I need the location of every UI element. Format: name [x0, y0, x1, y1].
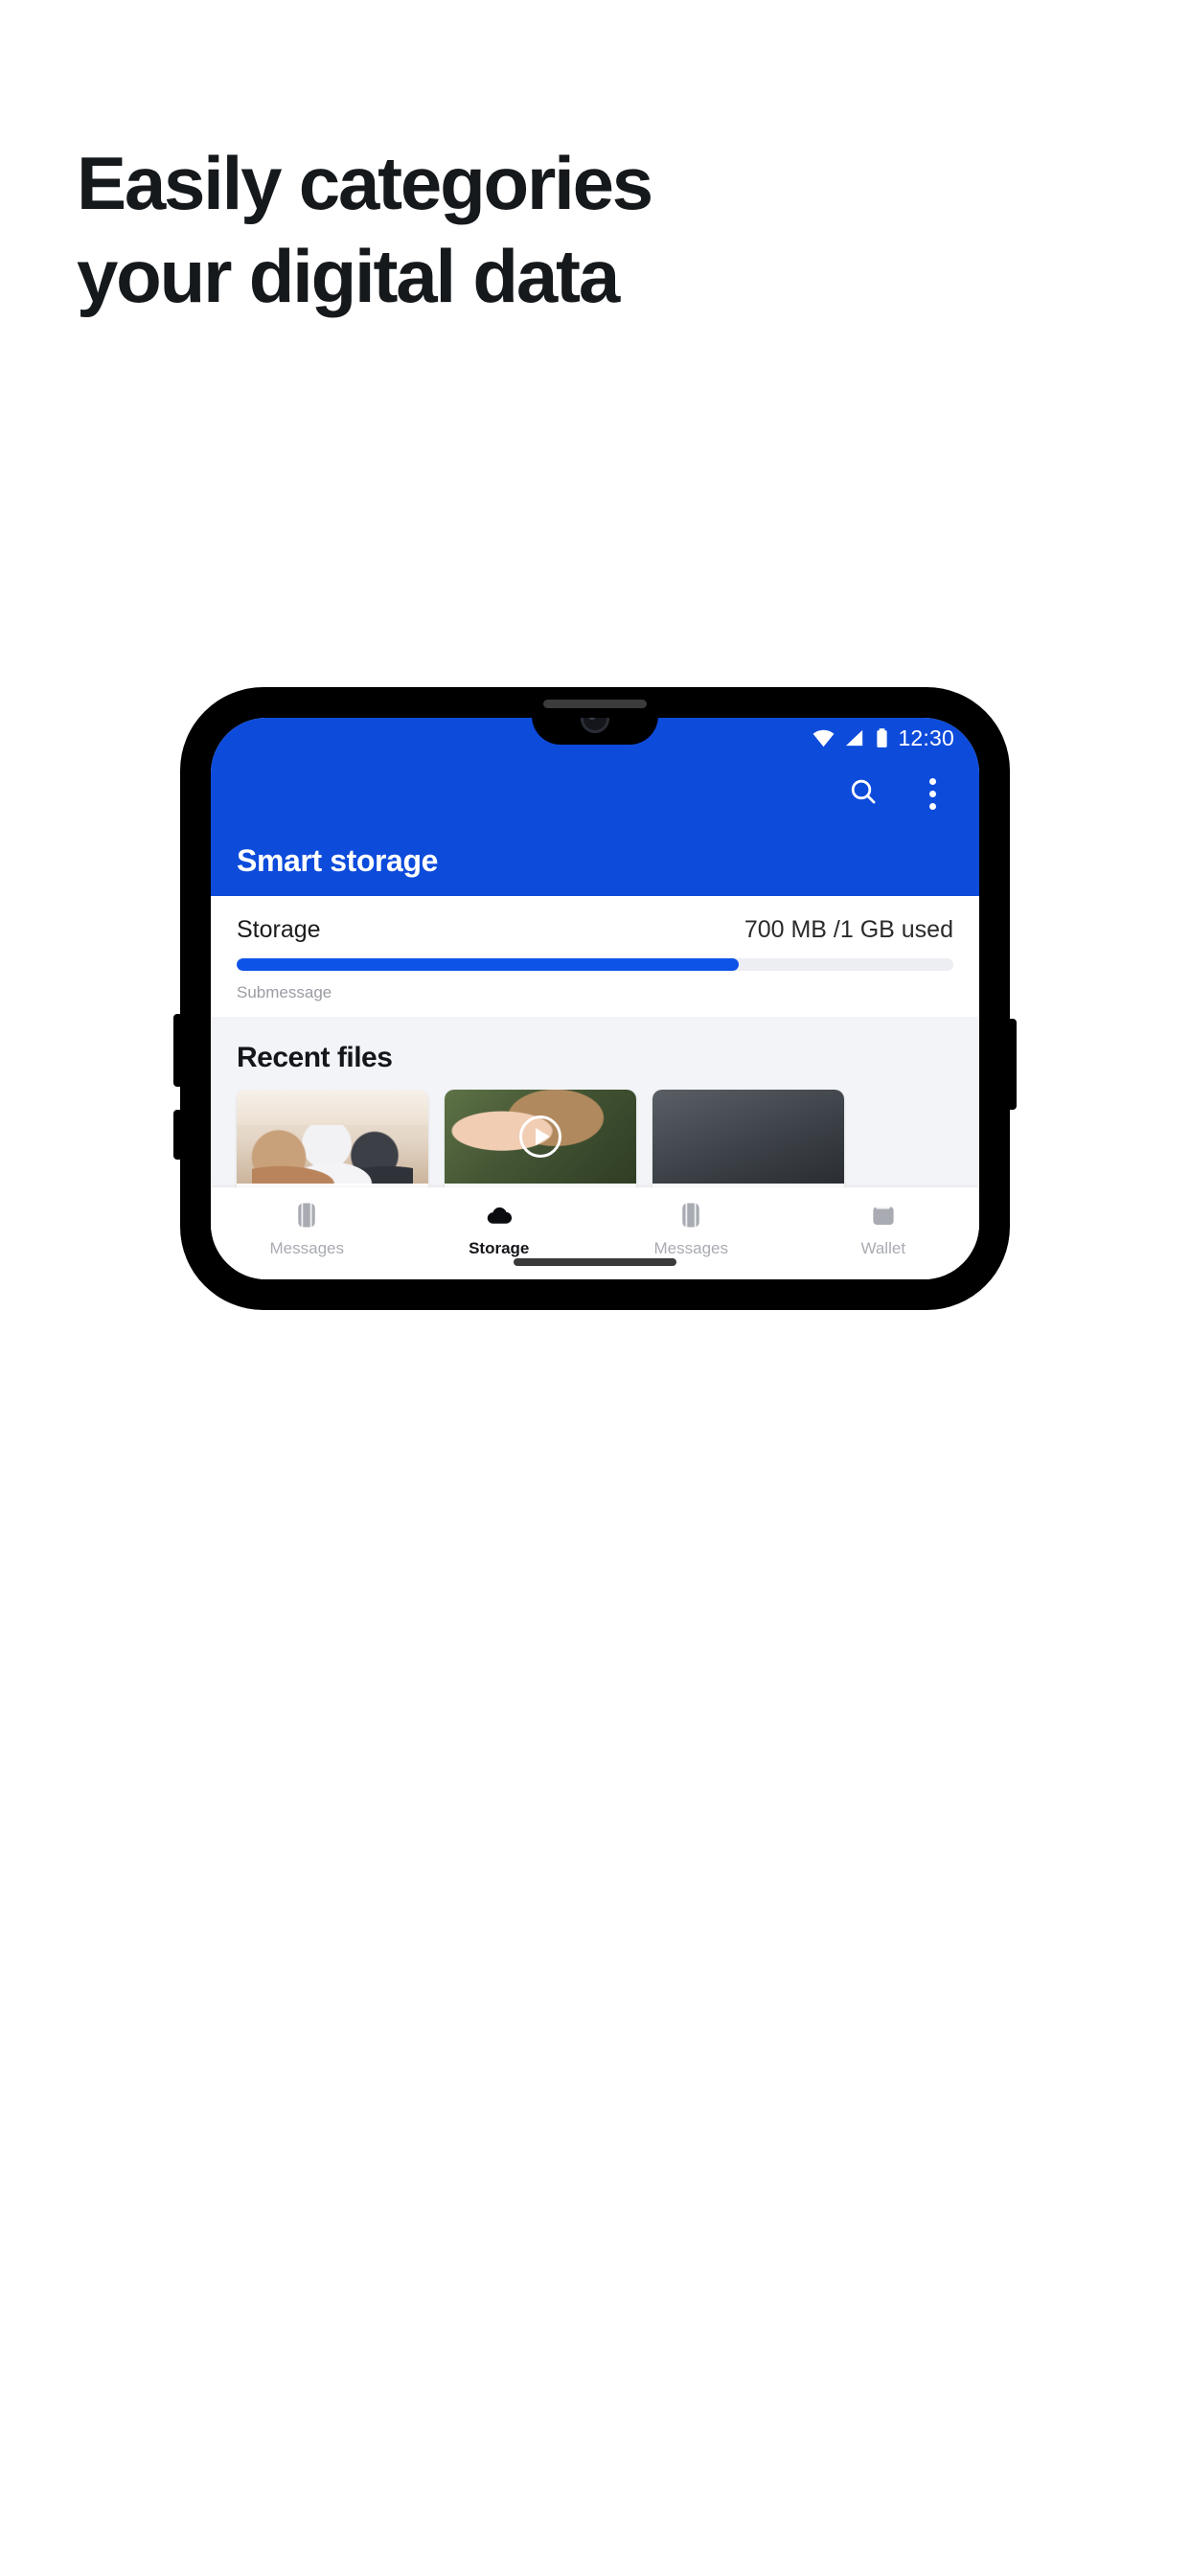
bottom-nav-item-messages-2[interactable]: Messages — [595, 1199, 788, 1258]
bottom-nav-label: Messages — [269, 1239, 344, 1257]
search-button[interactable] — [837, 768, 889, 819]
battery-icon — [875, 727, 889, 749]
page-title: Easily categories your digital data — [77, 146, 1035, 313]
messages-icon — [290, 1199, 323, 1231]
promo-page: Easily categories your digital data 12:3… — [0, 0, 1190, 2576]
bottom-nav-label: Storage — [469, 1239, 530, 1257]
wallet-icon — [867, 1199, 900, 1231]
file-thumbnail — [445, 1090, 636, 1184]
storage-progress-fill — [237, 958, 739, 971]
storage-submessage: Submessage — [237, 983, 332, 1001]
search-icon — [848, 776, 879, 812]
power-button[interactable] — [1007, 1019, 1017, 1110]
app-bar-title: Smart storage — [237, 843, 438, 878]
kebab-menu-icon — [928, 777, 936, 810]
messages-icon — [675, 1199, 707, 1231]
cellular-signal-icon — [844, 727, 866, 749]
storage-row: Storage 700 MB /1 GB used — [237, 916, 953, 944]
headline-line-2: your digital data — [77, 234, 620, 318]
play-icon[interactable] — [519, 1116, 561, 1158]
file-thumbnail — [652, 1090, 844, 1184]
file-thumbnail — [237, 1090, 428, 1184]
headline-line-1: Easily categories — [77, 141, 653, 225]
bottom-nav-label: Wallet — [860, 1239, 906, 1257]
bottom-nav-item-storage-1[interactable]: Storage — [403, 1199, 596, 1258]
storage-progress-bar — [237, 958, 953, 971]
phone-screen: 12:30 Smart storage Storage 700 MB /1 GB… — [211, 718, 979, 1279]
earpiece-speaker — [543, 700, 647, 708]
status-bar-clock: 12:30 — [898, 724, 954, 750]
bottom-nav-item-messages-0[interactable]: Messages — [211, 1199, 403, 1258]
volume-down-button[interactable] — [173, 1110, 183, 1160]
storage-label: Storage — [237, 916, 321, 943]
camera-notch — [532, 718, 658, 745]
wifi-icon — [812, 726, 835, 750]
storage-summary-card: Storage 700 MB /1 GB used Submessage — [211, 896, 979, 1017]
storage-usage-value: 700 MB /1 GB used — [744, 916, 953, 943]
app-bar: 12:30 Smart storage — [211, 718, 979, 896]
bottom-nav-label: Messages — [653, 1239, 728, 1257]
home-indicator[interactable] — [514, 1258, 676, 1266]
recent-files-title: Recent files — [237, 1042, 393, 1073]
bottom-nav-item-wallet-3[interactable]: Wallet — [788, 1199, 980, 1258]
volume-up-button[interactable] — [173, 1014, 183, 1087]
phone-mockup: 12:30 Smart storage Storage 700 MB /1 GB… — [173, 688, 1017, 1309]
app-bar-actions — [211, 758, 979, 829]
recent-files-header: Recent files — [211, 1042, 979, 1074]
overflow-menu-button[interactable] — [906, 768, 958, 819]
cloud-icon — [483, 1199, 515, 1231]
front-camera-icon — [581, 718, 609, 733]
